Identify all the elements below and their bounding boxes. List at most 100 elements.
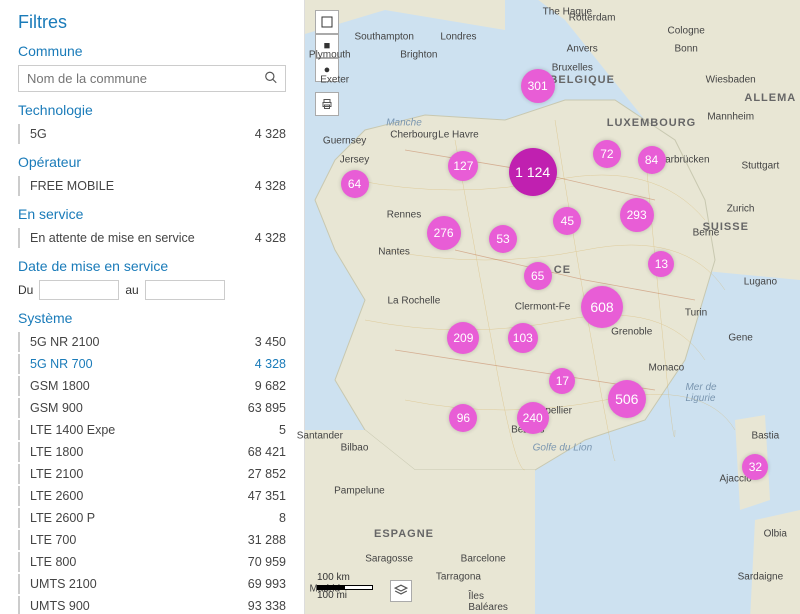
commune-label: Commune (18, 43, 286, 59)
map-scale: 100 km 100 mi (317, 572, 373, 602)
map-cluster[interactable]: 293 (620, 198, 654, 232)
map-cluster[interactable]: 301 (521, 69, 555, 103)
date-from-input[interactable] (39, 280, 119, 300)
systeme-item-row[interactable]: UMTS 210069 993 (18, 574, 286, 594)
systeme-item-row[interactable]: LTE 1400 Expe5 (18, 420, 286, 440)
map-city-label: Gene (728, 332, 752, 343)
map-country-label: LUXEMBOURG (607, 117, 696, 129)
date-du-label: Du (18, 283, 33, 297)
map-sea-label: Mer deLigurie (685, 382, 716, 404)
systeme-item-row[interactable]: LTE 210027 852 (18, 464, 286, 484)
map-city-label: Brighton (400, 50, 437, 61)
systeme-item-count: 63 895 (248, 401, 286, 415)
map-city-label: Grenoble (611, 326, 652, 337)
systeme-item-row[interactable]: LTE 70031 288 (18, 530, 286, 550)
systeme-item-count: 93 338 (248, 599, 286, 613)
date-to-input[interactable] (145, 280, 225, 300)
map-cluster[interactable]: 72 (593, 140, 621, 168)
technologie-item-name: 5G (30, 127, 47, 141)
map-city-label: Anvers (567, 44, 598, 55)
systeme-item-row[interactable]: LTE 2600 P 8 (18, 508, 286, 528)
date-range: Du au (18, 280, 286, 300)
map-cluster[interactable]: 240 (517, 402, 549, 434)
map-cluster[interactable]: 17 (549, 368, 575, 394)
map-cluster[interactable]: 209 (447, 322, 479, 354)
map-cluster[interactable]: 45 (553, 207, 581, 235)
map-city-label: Jersey (340, 154, 369, 165)
systeme-item-name: LTE 2100 (30, 467, 83, 481)
map-city-label: ÎlesBaléares (468, 591, 507, 613)
systeme-item-count: 8 (279, 511, 286, 525)
systeme-item-row[interactable]: LTE 260047 351 (18, 486, 286, 506)
map-cluster[interactable]: 64 (341, 170, 369, 198)
map-cluster[interactable]: 127 (448, 151, 478, 181)
systeme-item-name: UMTS 900 (30, 599, 90, 613)
map-country-label: ALLEMA (744, 92, 796, 104)
systeme-item-count: 31 288 (248, 533, 286, 547)
filters-title: Filtres (18, 12, 286, 33)
map-city-label: La Rochelle (387, 295, 440, 306)
map-cluster[interactable]: 103 (508, 323, 538, 353)
map[interactable]: ■ ● BELGIQUEALLEMALUXEMBOURGCESUISSEESPA… (305, 0, 800, 614)
systeme-label: Système (18, 310, 286, 326)
commune-input[interactable] (18, 65, 286, 92)
print-button[interactable] (315, 92, 339, 116)
systeme-item-name: LTE 2600 P (30, 511, 95, 525)
map-city-label: Lugano (744, 277, 777, 288)
map-sea-label: Golfe du Lion (533, 443, 593, 454)
systeme-item-count: 9 682 (255, 379, 286, 393)
systeme-item-row[interactable]: LTE 180068 421 (18, 442, 286, 462)
map-cluster[interactable]: 1 124 (509, 148, 557, 196)
map-city-label: Londres (440, 31, 476, 42)
scale-mi: 100 mi (317, 590, 373, 602)
systeme-item-row[interactable]: UMTS 900 93 338 (18, 596, 286, 614)
systeme-item-row[interactable]: LTE 80070 959 (18, 552, 286, 572)
operateur-item-count: 4 328 (255, 179, 286, 193)
systeme-item-row[interactable]: GSM 90063 895 (18, 398, 286, 418)
systeme-item-name: 5G NR 2100 (30, 335, 99, 349)
map-city-label: Mannheim (707, 111, 754, 122)
map-city-label: Bruxelles (552, 62, 593, 73)
systeme-item-row[interactable]: 5G NR 7004 328 (18, 354, 286, 374)
map-city-label: Tarragona (436, 572, 481, 583)
map-cluster[interactable]: 84 (638, 146, 666, 174)
systeme-item-row[interactable]: GSM 1800 9 682 (18, 376, 286, 396)
map-city-label: Guernsey (323, 136, 366, 147)
scale-km: 100 km (317, 572, 373, 584)
map-city-label: Rotterdam (569, 13, 616, 24)
search-icon[interactable] (264, 70, 278, 87)
map-cluster[interactable]: 608 (581, 286, 623, 328)
layers-button[interactable] (390, 580, 412, 602)
systeme-item-row[interactable]: 5G NR 21003 450 (18, 332, 286, 352)
map-cluster[interactable]: 13 (648, 251, 674, 277)
filter-sidebar: Filtres Commune Technologie 5G4 328 Opér… (0, 0, 305, 614)
systeme-item-name: LTE 2600 (30, 489, 83, 503)
map-city-label: Cherbourg (390, 130, 437, 141)
service-item-count: 4 328 (255, 231, 286, 245)
map-city-label: Plymouth (309, 50, 351, 61)
map-cluster[interactable]: 276 (427, 216, 461, 250)
technologie-label: Technologie (18, 102, 286, 118)
map-cluster[interactable]: 506 (608, 380, 646, 418)
map-city-label: Clermont-Fe (515, 302, 571, 313)
systeme-item-count: 70 959 (248, 555, 286, 569)
map-cluster[interactable]: 96 (449, 404, 477, 432)
service-item-row[interactable]: En attente de mise en service4 328 (18, 228, 286, 248)
systeme-item-name: GSM 1800 (30, 379, 90, 393)
technologie-item-row[interactable]: 5G4 328 (18, 124, 286, 144)
map-cluster[interactable]: 65 (524, 262, 552, 290)
map-city-label: Pampelune (334, 486, 385, 497)
fullscreen-button[interactable] (315, 10, 339, 34)
map-cluster[interactable]: 53 (489, 225, 517, 253)
map-city-label: Rennes (387, 209, 421, 220)
map-city-label: Berne (693, 228, 720, 239)
map-city-label: Bilbao (341, 443, 369, 454)
map-country-label: CE (554, 264, 571, 276)
map-city-label: Olbia (764, 529, 787, 540)
operateur-item-row[interactable]: FREE MOBILE4 328 (18, 176, 286, 196)
map-cluster[interactable]: 32 (742, 454, 768, 480)
operateur-label: Opérateur (18, 154, 286, 170)
map-sea-label: Manche (386, 117, 422, 128)
map-city-label: Zurich (727, 203, 755, 214)
systeme-item-name: UMTS 2100 (30, 577, 97, 591)
